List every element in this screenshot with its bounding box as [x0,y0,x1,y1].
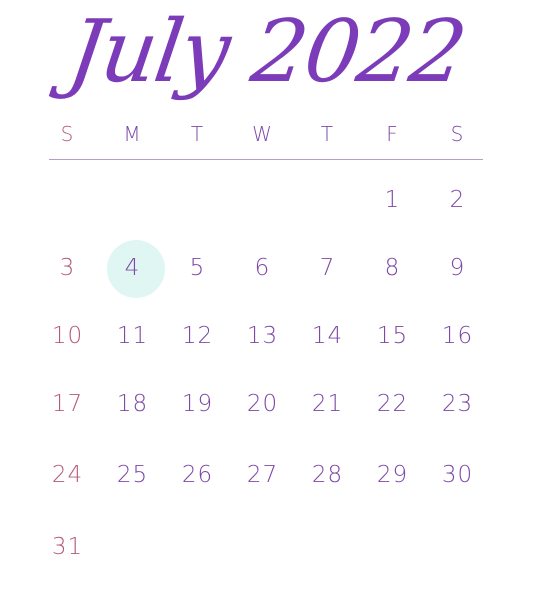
day-cell: 14 [311,323,344,349]
day-cell: 5 [189,255,206,281]
day-cell: 18 [116,391,149,417]
day-cell: 24 [51,462,84,488]
day-cell: 15 [376,323,409,349]
day-cell: 17 [51,391,84,417]
day-grid: 1 2 3 4 5 6 7 8 9 10 11 12 13 14 15 16 17 18 19 20 21 22 23 24 2… [35,0,490,591]
day-cell: 31 [51,534,84,560]
day-cell: 26 [181,462,214,488]
day-cell: 27 [246,462,279,488]
day-cell: 9 [449,255,466,281]
day-cell: 12 [181,323,214,349]
day-cell: 19 [181,391,214,417]
day-cell: 28 [311,462,344,488]
day-cell: 2 [449,187,466,213]
day-cell: 11 [116,323,149,349]
day-cell: 10 [51,323,84,349]
day-cell: 29 [376,462,409,488]
day-cell: 8 [384,255,401,281]
day-cell: 25 [116,462,149,488]
day-cell: 22 [376,391,409,417]
day-cell: 20 [246,391,279,417]
day-cell: 30 [441,462,474,488]
day-cell: 7 [319,255,336,281]
day-cell: 16 [441,323,474,349]
day-cell: 23 [441,391,474,417]
day-cell: 6 [254,255,271,281]
day-cell: 21 [311,391,344,417]
day-cell: 3 [59,255,76,281]
day-cell-today: 4 [124,255,141,281]
day-cell: 13 [246,323,279,349]
day-cell: 1 [384,187,401,213]
